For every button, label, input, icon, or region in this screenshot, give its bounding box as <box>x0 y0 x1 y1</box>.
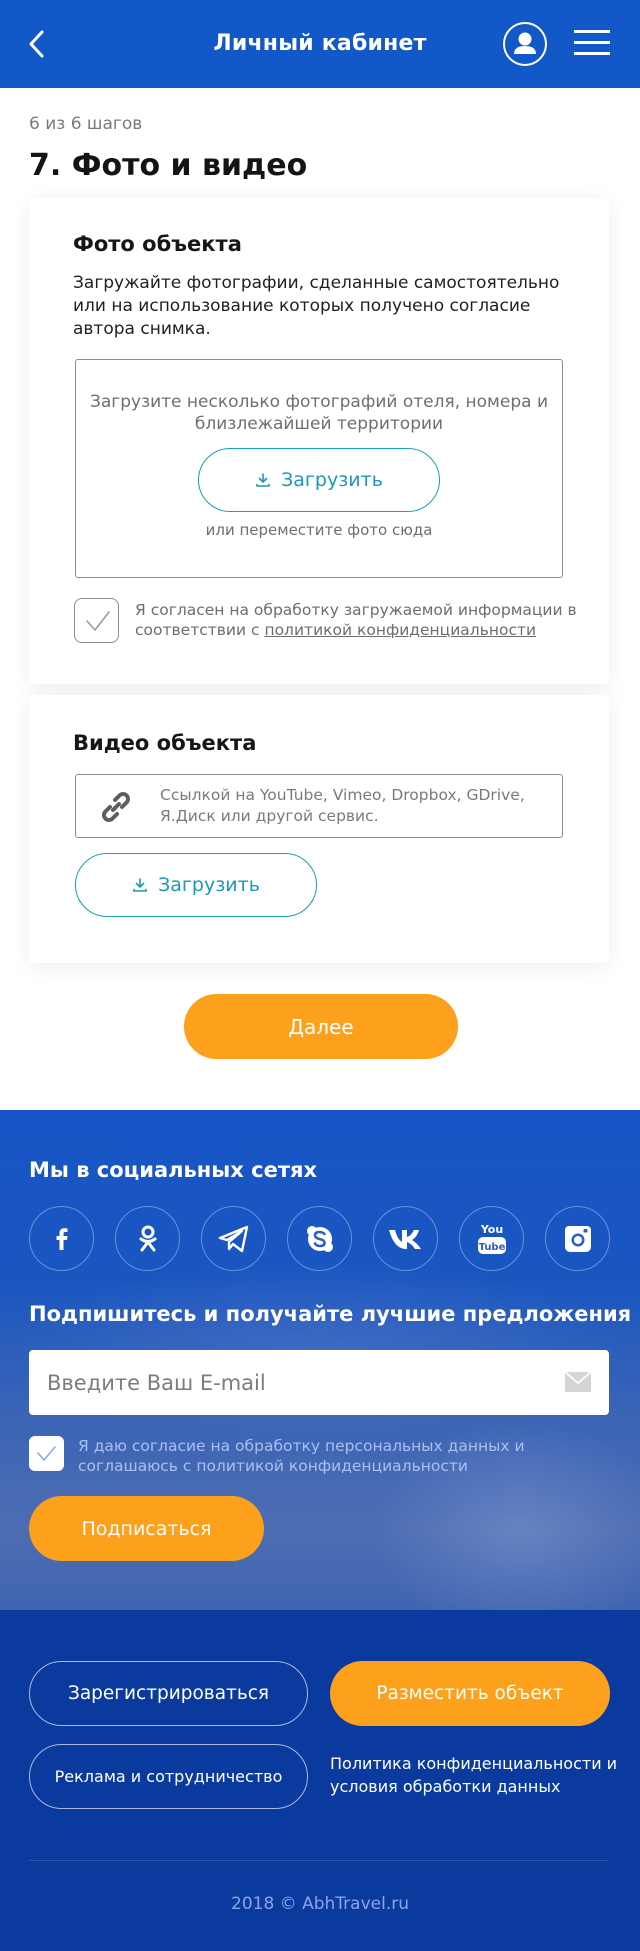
photo-dropzone[interactable]: Загрузите несколько фотографий отеля, но… <box>75 359 563 578</box>
video-section-title: Видео объекта <box>73 731 257 755</box>
social-links: You Tube <box>29 1206 610 1271</box>
footer-social-subscribe: Мы в социальных сетях You Tube Подпишите… <box>0 1110 640 1610</box>
subscribe-button[interactable]: Подписаться <box>29 1496 264 1561</box>
menu-button[interactable] <box>574 28 610 58</box>
photo-upload-label: Загрузить <box>281 469 383 491</box>
place-object-button[interactable]: Разместить объект <box>330 1661 610 1726</box>
social-odnoklassniki[interactable] <box>115 1206 180 1271</box>
video-link-placeholder: Ссылкой на YouTube, Vimeo, Dropbox, GDri… <box>160 786 525 825</box>
user-profile-button[interactable] <box>503 22 547 66</box>
social-title: Мы в социальных сетях <box>29 1158 318 1182</box>
social-vk[interactable] <box>373 1206 438 1271</box>
subscribe-title: Подпишитесь и получайте лучшие предложен… <box>29 1302 632 1326</box>
hamburger-menu-icon <box>574 30 610 55</box>
subscribe-agree-checkbox[interactable] <box>29 1436 64 1471</box>
footer-divider <box>29 1860 609 1861</box>
copyright: 2018 © AbhTravel.ru <box>231 1894 409 1914</box>
social-instagram[interactable] <box>545 1206 610 1271</box>
step-counter: 6 из 6 шагов <box>29 114 143 134</box>
email-field <box>29 1350 609 1415</box>
video-upload-label: Загрузить <box>158 874 260 896</box>
social-telegram[interactable] <box>201 1206 266 1271</box>
social-skype[interactable] <box>287 1206 352 1271</box>
link-icon <box>102 792 130 822</box>
subscribe-agree-text: Я даю согласие на обработку персональных… <box>78 1437 525 1475</box>
page-title: 7. Фото и видео <box>29 148 308 183</box>
footer-policy-link[interactable]: Политика конфиденциальности и условия об… <box>330 1752 620 1798</box>
instagram-icon <box>564 1225 591 1252</box>
dropzone-hint: или переместите фото сюда <box>205 521 433 539</box>
vk-icon <box>388 1229 421 1249</box>
photo-agree-checkbox[interactable] <box>74 598 119 643</box>
email-input[interactable] <box>47 1350 527 1415</box>
svg-text:Tube: Tube <box>478 1242 505 1253</box>
checkmark-icon <box>86 611 110 631</box>
telegram-icon <box>218 1225 248 1252</box>
register-button[interactable]: Зарегистрироваться <box>29 1661 308 1726</box>
odnoklassniki-icon <box>139 1225 156 1251</box>
privacy-policy-link[interactable]: политикой конфиденциальности <box>264 621 536 639</box>
advertising-button[interactable]: Реклама и сотрудничество <box>29 1744 308 1809</box>
footer-bottom: Зарегистрироваться Разместить объект Рек… <box>0 1610 640 1951</box>
checkmark-icon <box>37 1446 56 1461</box>
youtube-icon: You Tube <box>477 1223 506 1254</box>
download-icon <box>133 878 147 892</box>
photo-card: Фото объекта Загружайте фотографии, сдел… <box>29 198 609 684</box>
next-button[interactable]: Далее <box>184 994 458 1059</box>
download-icon <box>256 473 270 487</box>
facebook-icon <box>56 1227 67 1250</box>
dropzone-text: Загрузите несколько фотографий отеля, но… <box>89 392 549 434</box>
photo-upload-button[interactable]: Загрузить <box>198 448 440 512</box>
mail-icon <box>565 1372 591 1392</box>
social-facebook[interactable] <box>29 1206 94 1271</box>
svg-text:You: You <box>479 1223 502 1236</box>
user-icon <box>514 32 536 54</box>
top-header: Личный кабинет <box>0 0 640 88</box>
skype-icon <box>306 1225 333 1252</box>
video-card: Видео объекта Ссылкой на YouTube, Vimeo,… <box>29 695 609 963</box>
social-youtube[interactable]: You Tube <box>459 1206 524 1271</box>
photo-section-title: Фото объекта <box>73 232 242 256</box>
video-link-field[interactable]: Ссылкой на YouTube, Vimeo, Dropbox, GDri… <box>75 774 563 838</box>
photo-agree-text: Я согласен на обработку загружаемой инфо… <box>135 600 585 640</box>
video-upload-button[interactable]: Загрузить <box>75 853 317 917</box>
photo-section-description: Загружайте фотографии, сделанные самосто… <box>73 273 560 339</box>
